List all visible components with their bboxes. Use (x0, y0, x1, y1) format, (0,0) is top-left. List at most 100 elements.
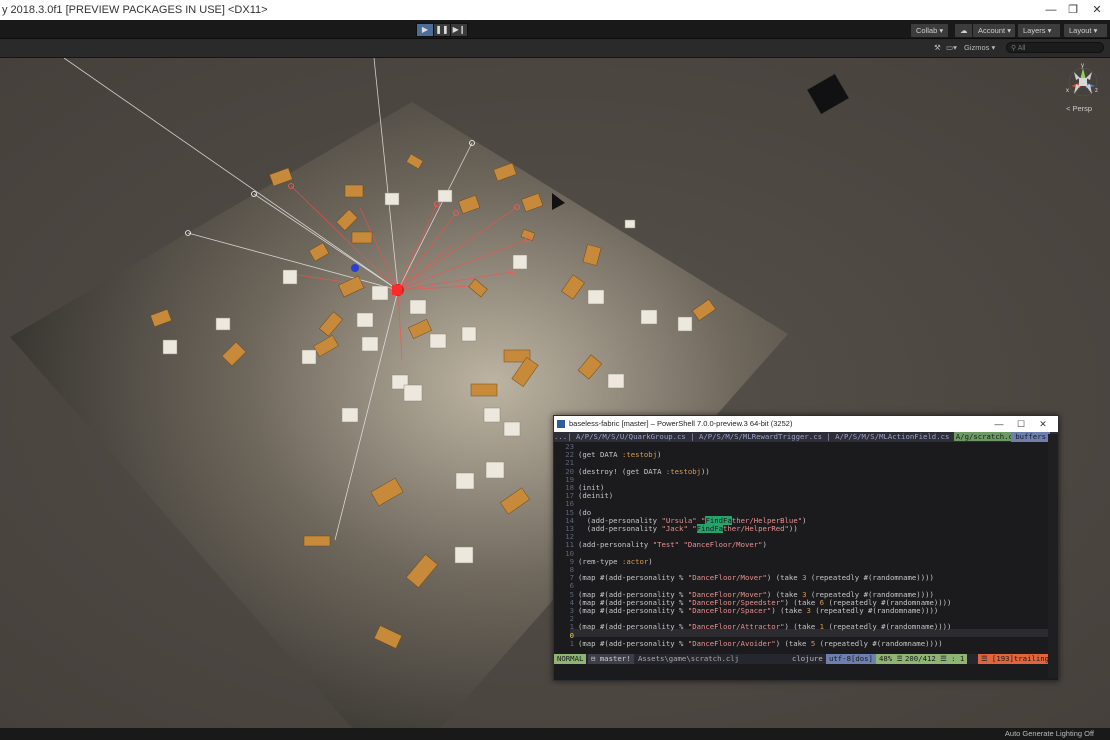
code-token: ) (802, 515, 807, 525)
code-token: ) (648, 556, 653, 566)
code-token: (get DATA (578, 450, 622, 460)
code-token: "DanceFloor/Avoider" (687, 638, 776, 648)
powershell-icon (557, 420, 565, 428)
vim-position: 200/412 ☰ : 1 (902, 654, 968, 664)
gizmo-axis-x: x (1066, 88, 1069, 94)
code-token: "Jack" (661, 524, 688, 533)
code-line[interactable]: 17 (deinit) (554, 492, 613, 500)
code-token: (map #(add-personality % (578, 638, 688, 648)
code-token: (repeatedly #(randomname)))) (824, 622, 952, 632)
code-token: :actor (621, 556, 649, 566)
code-token: (map #(add-personality % (578, 606, 688, 615)
layout-label: Layout (1069, 26, 1092, 35)
code-token: "Test" (652, 540, 680, 550)
vim-file-path: Assets\game\scratch.clj (638, 654, 740, 663)
terminal-scrollbar[interactable] (1048, 434, 1058, 678)
code-token: "DanceFloor/Attractor" (687, 622, 785, 632)
code-line[interactable]: 6 (554, 582, 578, 590)
code-token: FindFa (696, 524, 724, 533)
gizmo-axis-z: z (1095, 88, 1098, 94)
scene-search-placeholder: All (1017, 45, 1026, 52)
layout-dropdown[interactable]: Layout ▾ (1063, 23, 1108, 38)
code-token: ther/HelperRed" (723, 524, 789, 533)
code-token: (deinit) (578, 491, 614, 501)
gizmo-axis-y: y (1081, 63, 1084, 69)
code-line[interactable]: 11 (add-personality "Test" "DanceFloor/Mo… (554, 541, 767, 549)
terminal-titlebar: baseless-fabric [master] – PowerShell 7.… (554, 416, 1058, 432)
code-token: " (692, 524, 697, 533)
vim-trailing-warning: ☰ [193]trailing (978, 654, 1053, 664)
layers-label: Layers (1023, 26, 1046, 35)
code-line[interactable]: 9 (rem-type :actor) (554, 556, 653, 566)
minimize-button[interactable]: — (1040, 0, 1062, 20)
code-token: (repeatedly #(randomname)))) (815, 638, 943, 648)
code-token: "DanceFloor/Mover" (687, 573, 767, 583)
code-token: ) (take (771, 606, 807, 615)
vim-branch: ⊟ master! (588, 654, 634, 664)
code-line[interactable]: 1 (map #(add-personality % "DanceFloor/Av… (554, 638, 943, 648)
code-line[interactable]: 2 (554, 615, 578, 623)
code-token: (map #(add-personality % (578, 573, 688, 583)
cloud-icon[interactable]: ☁ (954, 23, 974, 38)
code-token: (map #(add-personality % (578, 622, 688, 632)
play-button[interactable]: ▶ (416, 23, 434, 37)
code-line[interactable]: 13 (add-personality "Jack" "FindFather/H… (554, 524, 798, 533)
code-token: "DanceFloor/Spacer" (687, 606, 772, 615)
close-window-button[interactable]: ✕ (1086, 0, 1108, 20)
code-line[interactable]: 8 (554, 566, 578, 574)
lighting-status: Auto Generate Lighting Off (1004, 729, 1094, 738)
code-token: ) (657, 450, 662, 460)
step-button[interactable]: ▶❙ (450, 23, 468, 37)
code-line[interactable]: 0 (554, 631, 578, 640)
code-token: :testobj (621, 450, 658, 460)
gizmos-label: Gizmos (964, 43, 990, 52)
vim-tabline: ...| A/P/S/M/S/U/QuarkGroup.cs | A/P/S/M… (554, 432, 1058, 442)
code-token: ) (take (766, 573, 803, 583)
vim-statusline: NORMAL ⊟ master! Assets\game\scratch.clj… (554, 654, 1058, 664)
window-title: y 2018.3.0f1 [PREVIEW PACKAGES IN USE] <… (2, 4, 268, 16)
code-token: )) (701, 466, 710, 476)
line-number: 1 (569, 638, 574, 648)
code-token: (add-personality (578, 524, 662, 533)
pause-button[interactable]: ❚❚ (433, 23, 451, 37)
main-toolbar: ▶ ❚❚ ▶❙ Collab ▾ ☁ Account ▾ Layers ▾ La… (0, 20, 1110, 39)
code-token: ) (762, 540, 767, 550)
persp-label[interactable]: < Persp (1066, 104, 1092, 113)
code-token: ) (take (775, 638, 811, 648)
code-token: (repeatedly #(randomname)))) (810, 606, 939, 615)
layers-dropdown[interactable]: Layers ▾ (1017, 23, 1061, 38)
gizmos-dropdown[interactable]: Gizmos ▾ (964, 42, 995, 54)
code-line[interactable]: 10 (554, 549, 578, 558)
scene-toolbar: ⚒ ▭▾ Gizmos ▾ ⚲ All (0, 39, 1110, 58)
restore-button[interactable]: ❐ (1062, 0, 1084, 20)
code-token: (add-personality (578, 540, 653, 550)
account-dropdown[interactable]: Account ▾ (972, 23, 1016, 38)
unity-statusbar: Auto Generate Lighting Off (0, 728, 1110, 740)
code-line[interactable]: 1 (map #(add-personality % "DanceFloor/At… (554, 622, 952, 632)
tools-icon[interactable]: ⚒ (934, 42, 941, 54)
code-token: "DanceFloor/Mover" (683, 540, 763, 550)
terminal-window[interactable]: baseless-fabric [master] – PowerShell 7.… (553, 415, 1059, 681)
vim-mode: NORMAL (554, 654, 587, 664)
code-token: (repeatedly #(randomname)))) (806, 573, 934, 583)
terminal-minimize-button[interactable]: — (990, 416, 1008, 432)
vim-filetype: clojure (792, 654, 823, 663)
terminal-title: baseless-fabric [master] – PowerShell 7.… (569, 419, 793, 428)
code-line[interactable]: 7 (map #(add-personality % "DanceFloor/Mo… (554, 574, 934, 582)
code-token: (rem-type (578, 556, 622, 566)
terminal-maximize-button[interactable]: ☐ (1012, 416, 1030, 432)
scene-search-input[interactable]: ⚲ All (1006, 42, 1104, 53)
code-token: :testobj (665, 466, 702, 476)
effects-dropdown[interactable]: ▭▾ (946, 42, 957, 54)
collab-button[interactable]: Collab ▾ (910, 23, 950, 38)
code-token: ) (take (784, 622, 820, 632)
terminal-close-button[interactable]: ✕ (1034, 416, 1052, 432)
code-area[interactable]: 23 22 (get DATA :testobj) 21 20 (destroy! (ge… (554, 443, 1058, 655)
account-label: Account (978, 26, 1006, 35)
code-token: (destroy! (get DATA (578, 466, 666, 476)
code-token: )) (788, 524, 798, 533)
vim-buffers-label: buffers (1011, 432, 1050, 442)
code-line[interactable]: 3 (map #(add-personality % "DanceFloor/Sp… (554, 606, 939, 615)
vim-tabs[interactable]: ...| A/P/S/M/S/U/QuarkGroup.cs | A/P/S/M… (554, 432, 954, 441)
code-line[interactable]: 20 (destroy! (get DATA :testobj)) (554, 466, 710, 476)
